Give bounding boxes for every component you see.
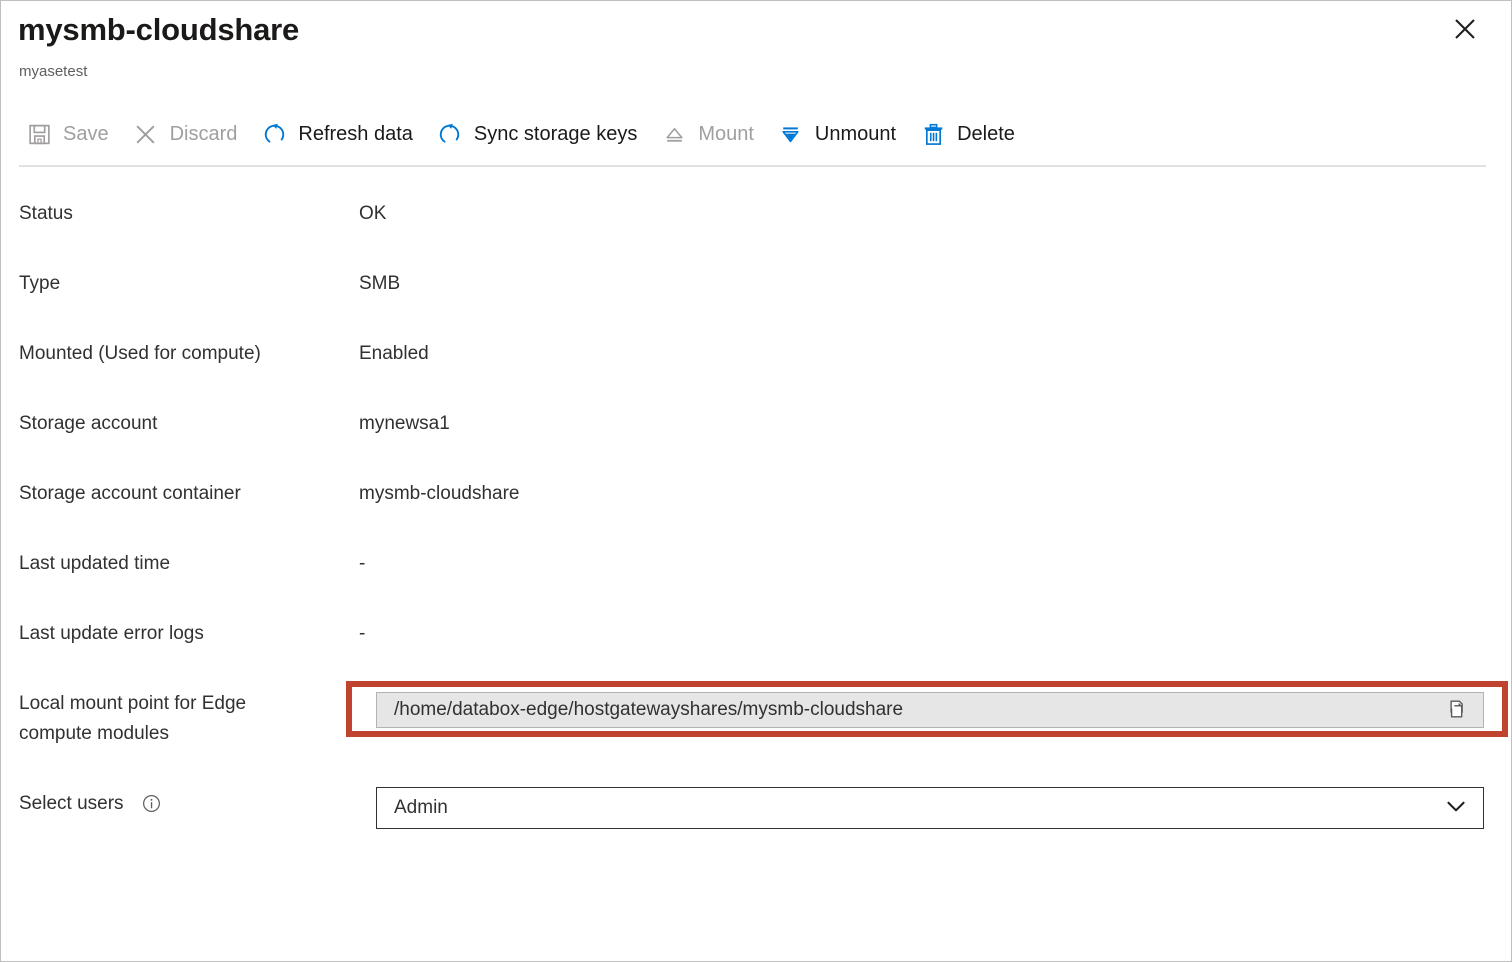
close-button[interactable] bbox=[1447, 12, 1483, 48]
command-bar: Save Discard Refresh data bbox=[18, 111, 1031, 157]
save-icon bbox=[26, 121, 52, 147]
copy-icon bbox=[1447, 698, 1469, 723]
property-label: Last updated time bbox=[1, 537, 359, 579]
delete-icon bbox=[920, 121, 946, 147]
property-label: Status bbox=[1, 187, 359, 229]
property-value-last-updated-time: - bbox=[359, 537, 365, 579]
property-label: Type bbox=[1, 257, 359, 299]
property-label: Storage account bbox=[1, 397, 359, 439]
property-row-last-update-error-logs: Last update error logs - bbox=[1, 607, 1511, 677]
copy-button[interactable] bbox=[1445, 697, 1471, 723]
share-details-blade: mysmb-cloudshare myasetest Save bbox=[0, 0, 1512, 962]
property-label: Mounted (Used for compute) bbox=[1, 327, 359, 369]
property-row-last-updated-time: Last updated time - bbox=[1, 537, 1511, 607]
property-row-type: Type SMB bbox=[1, 257, 1511, 327]
unmount-button-label: Unmount bbox=[815, 122, 896, 146]
sync-storage-keys-button-label: Sync storage keys bbox=[474, 122, 637, 146]
property-label: Storage account container bbox=[1, 467, 359, 509]
unmount-button[interactable]: Unmount bbox=[770, 112, 908, 156]
property-row-storage-account-container: Storage account container mysmb-cloudsha… bbox=[1, 467, 1511, 537]
select-users-label-text: Select users bbox=[19, 793, 124, 814]
discard-button-label: Discard bbox=[170, 122, 238, 146]
select-users-dropdown[interactable]: Admin bbox=[376, 787, 1484, 829]
close-icon bbox=[1452, 16, 1478, 45]
select-users-selected-value: Admin bbox=[394, 796, 448, 820]
property-row-status: Status OK bbox=[1, 187, 1511, 257]
local-mount-point-label-line2: compute modules bbox=[19, 723, 169, 744]
delete-button[interactable]: Delete bbox=[912, 112, 1027, 156]
properties-list: Status OK Type SMB Mounted (Used for com… bbox=[1, 187, 1511, 851]
discard-button[interactable]: Discard bbox=[125, 112, 250, 156]
property-value-status: OK bbox=[359, 187, 386, 229]
local-mount-point-field[interactable]: /home/databox-edge/hostgatewayshares/mys… bbox=[376, 692, 1484, 728]
page-title: mysmb-cloudshare bbox=[18, 10, 299, 50]
property-value-storage-account: mynewsa1 bbox=[359, 397, 450, 439]
property-row-mounted: Mounted (Used for compute) Enabled bbox=[1, 327, 1511, 397]
property-value-mounted: Enabled bbox=[359, 327, 429, 369]
local-mount-point-label-line1: Local mount point for Edge bbox=[19, 693, 246, 714]
delete-button-label: Delete bbox=[957, 122, 1015, 146]
sync-storage-keys-button[interactable]: Sync storage keys bbox=[429, 112, 649, 156]
chevron-down-icon bbox=[1443, 793, 1469, 824]
property-value-storage-account-container: mysmb-cloudshare bbox=[359, 467, 520, 509]
refresh-data-button[interactable]: Refresh data bbox=[253, 112, 425, 156]
local-mount-point-value: /home/databox-edge/hostgatewayshares/mys… bbox=[394, 698, 903, 722]
mount-button-label: Mount bbox=[698, 122, 754, 146]
sync-icon bbox=[437, 121, 463, 147]
property-row-storage-account: Storage account mynewsa1 bbox=[1, 397, 1511, 467]
discard-icon bbox=[133, 121, 159, 147]
save-button-label: Save bbox=[63, 122, 109, 146]
toolbar-divider bbox=[19, 165, 1486, 167]
save-button[interactable]: Save bbox=[18, 112, 121, 156]
mount-icon bbox=[661, 121, 687, 147]
property-value-type: SMB bbox=[359, 257, 400, 299]
local-mount-point-label: Local mount point for Edge compute modul… bbox=[1, 677, 359, 749]
info-icon[interactable] bbox=[141, 793, 162, 814]
property-label: Last update error logs bbox=[1, 607, 359, 649]
page-subtitle: myasetest bbox=[19, 62, 87, 82]
property-row-local-mount-point: Local mount point for Edge compute modul… bbox=[1, 677, 1511, 777]
refresh-icon bbox=[261, 121, 287, 147]
mount-button[interactable]: Mount bbox=[653, 112, 766, 156]
property-value-last-update-error-logs: - bbox=[359, 607, 365, 649]
unmount-icon bbox=[778, 121, 804, 147]
refresh-data-button-label: Refresh data bbox=[298, 122, 413, 146]
property-row-select-users: Select users Admin bbox=[1, 777, 1511, 851]
select-users-label: Select users bbox=[1, 777, 359, 819]
